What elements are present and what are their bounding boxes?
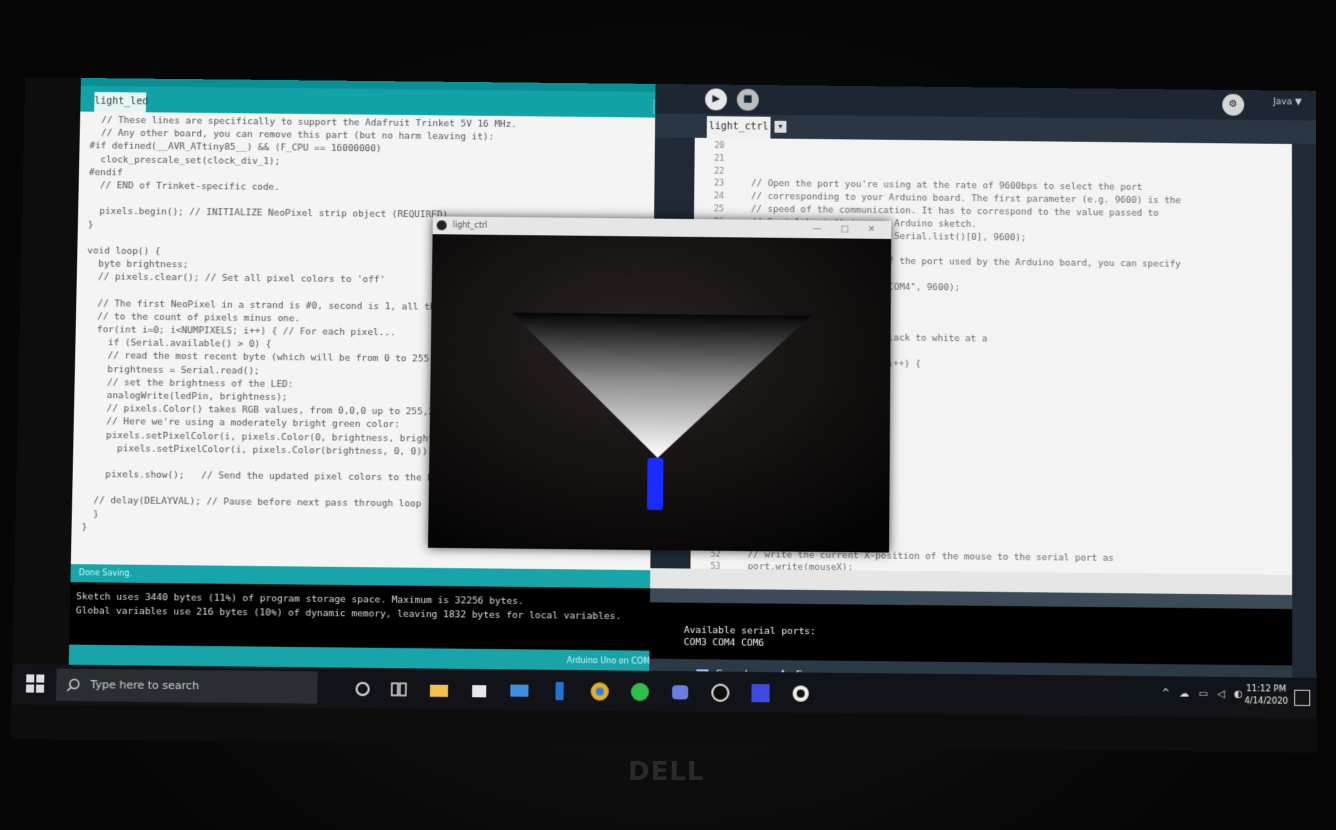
store-icon[interactable] [468, 679, 490, 701]
windows-start-icon[interactable] [25, 674, 45, 693]
line-number: 25 [713, 204, 724, 215]
monitor-brand-logo: DELL [628, 757, 705, 787]
line-number: 23 [713, 178, 725, 189]
taskbar-clock[interactable]: 11:12 PM 4/14/2020 [1244, 683, 1288, 708]
file-explorer-icon[interactable] [428, 679, 450, 701]
phone-icon[interactable] [548, 680, 570, 702]
processing-app-icon [436, 220, 447, 231]
stop-button[interactable]: ■ [736, 88, 759, 111]
sketch-title: light_ctrl [452, 220, 488, 230]
system-tray-icons[interactable]: ^ ☁ ▭ ◁ ◐ [1162, 688, 1246, 700]
mode-selector[interactable]: Java ▼ [1273, 97, 1302, 107]
run-button[interactable]: ▶ [704, 88, 728, 111]
window-controls[interactable]: — □ ✕ [813, 220, 884, 239]
chrome-icon[interactable] [589, 680, 611, 702]
debugger-icon[interactable]: ⚙ [1222, 93, 1245, 116]
screen: light_led ▾ // These lines are specifica… [10, 77, 1317, 753]
spotify-icon[interactable] [629, 681, 651, 703]
processing-sketch-tab[interactable]: light_ctrl [706, 116, 771, 139]
sketch-canvas[interactable] [428, 234, 892, 553]
line-number: 20 [714, 140, 725, 151]
task-view-icon[interactable] [388, 678, 410, 700]
line-number: 21 [714, 153, 725, 164]
taskbar-search-box[interactable]: Type here to search [55, 668, 318, 704]
blue-led-bar [646, 457, 664, 511]
arduino-sketch-tab[interactable]: light_led [94, 91, 148, 113]
search-icon [66, 678, 80, 692]
discord-icon[interactable] [669, 681, 691, 703]
board-info: Arduino Uno on COM4 [566, 655, 656, 666]
search-placeholder: Type here to search [90, 678, 200, 693]
line-number: 24 [713, 191, 725, 202]
processing-console-output: Available serial ports: COM3 COM4 COM6 [649, 602, 1293, 666]
arduino-app-icon[interactable] [709, 682, 731, 704]
line-number: 22 [713, 166, 725, 177]
cortana-icon[interactable] [351, 678, 373, 700]
mail-icon[interactable] [508, 679, 530, 701]
clock-date: 4/14/2020 [1244, 696, 1289, 707]
sketch-output-window: light_ctrl — □ ✕ [428, 216, 892, 553]
tab-arrow-icon[interactable]: ▾ [774, 120, 787, 133]
clock-time: 11:12 PM [1246, 684, 1287, 695]
arduino-console-output: Sketch uses 3440 bytes (11%) of program … [69, 582, 673, 651]
processing-app-icon-taskbar[interactable] [749, 682, 771, 704]
sketch-app-icon[interactable] [790, 682, 812, 704]
notification-icon[interactable] [1294, 689, 1311, 707]
